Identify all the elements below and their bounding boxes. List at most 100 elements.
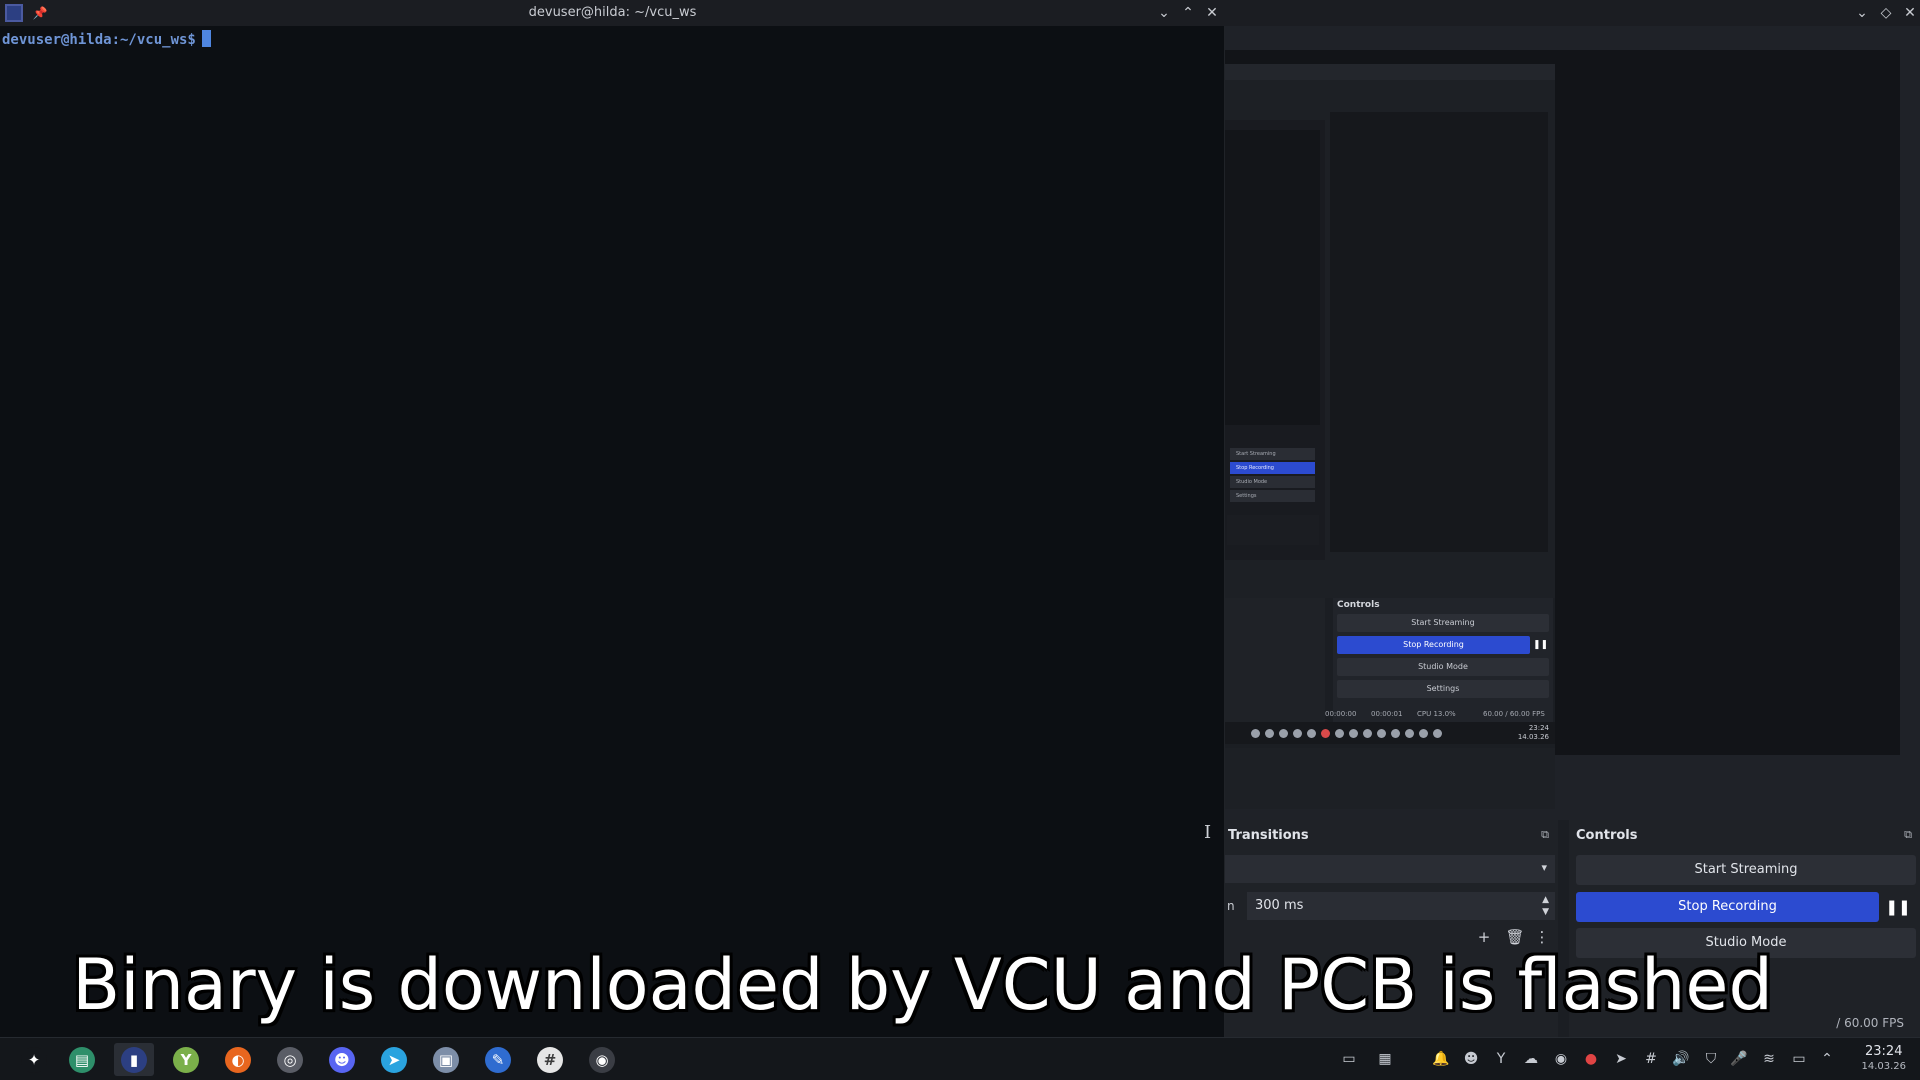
dock-float-icon[interactable]: ⧉ <box>1901 828 1915 842</box>
microphone-icon[interactable]: 🎤 <box>1730 1050 1748 1068</box>
nested-preview-canvas <box>1330 112 1548 552</box>
taskbar-app[interactable]: ➤ <box>374 1043 414 1076</box>
maximize-icon[interactable]: ⌃ <box>1179 4 1197 22</box>
spinner-icon[interactable]: ▲ ▼ <box>1542 894 1549 918</box>
close-icon[interactable]: ✕ <box>1901 4 1919 22</box>
shell-prompt: devuser@hilda:~/vcu_ws$ <box>2 32 196 48</box>
telegram-tray-icon[interactable]: ➤ <box>1612 1050 1630 1068</box>
nested-statusbar: 00:00:00 00:00:01 CPU 13.0% 60.00 / 60.0… <box>1225 706 1555 722</box>
nested-inner-statusbar <box>1227 515 1319 545</box>
pause-icon[interactable]: ❚❚ <box>1883 892 1913 922</box>
minimize-icon[interactable]: ⌄ <box>1853 4 1871 22</box>
slack-icon: # <box>537 1046 563 1073</box>
nested-tray-icon <box>1405 729 1414 738</box>
nested-preview-window-inner: Start Streaming Stop Recording Studio Mo… <box>1225 120 1325 560</box>
nested-tray-icon <box>1391 729 1400 738</box>
nested-status-fps: 60.00 / 60.00 FPS <box>1483 710 1545 718</box>
duration-value: 300 ms <box>1255 898 1304 913</box>
nested-inner-settings: Settings <box>1230 490 1315 502</box>
close-icon[interactable]: ✕ <box>1203 4 1221 22</box>
nested-pause-icon: ❚❚ <box>1533 640 1549 650</box>
nested-tray-icon <box>1307 729 1316 738</box>
nested-clock-date: 14.03.26 <box>1517 733 1549 741</box>
discord-tray-icon[interactable]: ☻ <box>1462 1050 1480 1068</box>
terminal-body[interactable]: devuser@hilda:~/vcu_ws$ <box>0 26 1225 1037</box>
terminal-window: devuser@hilda: ~/vcu_ws 📌 ⌄ ⌃ ✕ devuser@… <box>0 0 1225 1037</box>
nested-studio-mode-button: Studio Mode <box>1337 658 1549 676</box>
taskbar-app[interactable]: ▮ <box>114 1043 154 1076</box>
file-manager-icon: ▤ <box>69 1046 95 1073</box>
taskbar-app[interactable]: ◉ <box>582 1043 622 1076</box>
firefox-icon: ◐ <box>225 1046 251 1073</box>
dock-float-icon[interactable]: ⧉ <box>1538 828 1552 842</box>
nested-settings-button: Settings <box>1337 680 1549 698</box>
chevron-up-icon[interactable]: ⌃ <box>1818 1050 1836 1068</box>
terminal-icon: ▮ <box>121 1046 147 1073</box>
terminal-title: devuser@hilda: ~/vcu_ws <box>528 5 697 20</box>
nested-clock-time: 23:24 <box>1528 724 1549 732</box>
nested-status-time-2: 00:00:01 <box>1371 710 1403 718</box>
nested-tray-icon <box>1335 729 1344 738</box>
nested-inner-stop-recording: Stop Recording <box>1230 462 1315 474</box>
duration-label: n <box>1227 899 1235 913</box>
taskbar-app[interactable]: ✦ <box>14 1043 54 1076</box>
obs-icon: ◉ <box>589 1046 615 1073</box>
pin-icon[interactable]: 📌 <box>32 4 48 22</box>
duration-input[interactable]: 300 ms ▲ ▼ <box>1247 892 1555 920</box>
stop-recording-button[interactable]: Stop Recording <box>1576 892 1879 922</box>
record-icon[interactable]: ● <box>1582 1050 1600 1068</box>
text-cursor <box>201 30 211 47</box>
terminal-app-icon[interactable] <box>5 4 23 22</box>
nested-tray-icon <box>1433 729 1442 738</box>
nested-start-streaming-button: Start Streaming <box>1337 614 1549 632</box>
show-desktop-icon[interactable]: ▭ <box>1340 1050 1358 1068</box>
obs-titlebar: ⌄ ◇ ✕ <box>1225 0 1920 26</box>
taskbar-app[interactable]: ▣ <box>426 1043 466 1076</box>
obs-window: ⌄ ◇ ✕ Start Streaming Stop Recording Stu… <box>1225 0 1920 1037</box>
maximize-icon[interactable]: ◇ <box>1877 4 1895 22</box>
pager-icon[interactable]: ▦ <box>1372 1050 1398 1068</box>
vpn-icon[interactable]: ⛉ <box>1702 1050 1720 1068</box>
app-launcher-icon: ✦ <box>21 1046 47 1073</box>
slack-tray-icon[interactable]: # <box>1642 1050 1660 1068</box>
minimize-icon[interactable]: ⌄ <box>1155 4 1173 22</box>
notifications-icon[interactable]: 🔔 <box>1432 1050 1450 1068</box>
taskbar-app[interactable]: ▤ <box>62 1043 102 1076</box>
start-streaming-button[interactable]: Start Streaming <box>1576 855 1916 885</box>
desktop: ⌄ ◇ ✕ Start Streaming Stop Recording Stu… <box>0 0 1920 1080</box>
nested-status-time-1: 00:00:00 <box>1325 710 1357 718</box>
battery-icon[interactable]: ▭ <box>1790 1050 1808 1068</box>
clock-date: 14.03.26 <box>1861 1061 1906 1072</box>
cloud-icon[interactable]: ☁ <box>1522 1050 1540 1068</box>
nested-tray-icon <box>1251 729 1260 738</box>
obs-preview[interactable]: Start Streaming Stop Recording Studio Mo… <box>1225 50 1900 809</box>
nested-record-icon <box>1321 729 1330 738</box>
taskbar-app[interactable]: ☻ <box>322 1043 362 1076</box>
volume-icon[interactable]: 🔊 <box>1672 1050 1690 1068</box>
telegram-icon: ➤ <box>381 1046 407 1073</box>
nested-tray-icon <box>1419 729 1428 738</box>
nested-status-cpu: CPU 13.0% <box>1417 710 1456 718</box>
taskbar-app[interactable]: ✎ <box>478 1043 518 1076</box>
mouse-ibeam-cursor-icon: I <box>1204 822 1212 843</box>
wifi-icon[interactable]: ≋ <box>1760 1050 1778 1068</box>
screenshot-icon: ▣ <box>433 1046 459 1073</box>
nested-controls-title: Controls <box>1337 600 1380 610</box>
taskbar-app[interactable]: Y <box>166 1043 206 1076</box>
terminal-titlebar: devuser@hilda: ~/vcu_ws 📌 ⌄ ⌃ ✕ <box>0 0 1225 26</box>
nested-titlebar <box>1225 64 1555 80</box>
taskbar-app[interactable]: ◎ <box>270 1043 310 1076</box>
clock[interactable]: 23:24 14.03.26 <box>1861 1044 1906 1074</box>
nested-tray-icon <box>1377 729 1386 738</box>
transition-select[interactable]: ▾ <box>1225 855 1555 883</box>
yubikey-icon: Y <box>173 1046 199 1073</box>
yubikey-tray-icon[interactable]: Y <box>1492 1050 1510 1068</box>
clock-time: 23:24 <box>1865 1044 1903 1059</box>
nested-tray-icon <box>1293 729 1302 738</box>
nested-tray-icon <box>1363 729 1372 738</box>
taskbar-app[interactable]: ◐ <box>218 1043 258 1076</box>
nested-tray-icon <box>1265 729 1274 738</box>
obs-tray-icon[interactable]: ◉ <box>1552 1050 1570 1068</box>
prompt-line: devuser@hilda:~/vcu_ws$ <box>2 30 211 48</box>
taskbar-app[interactable]: # <box>530 1043 570 1076</box>
